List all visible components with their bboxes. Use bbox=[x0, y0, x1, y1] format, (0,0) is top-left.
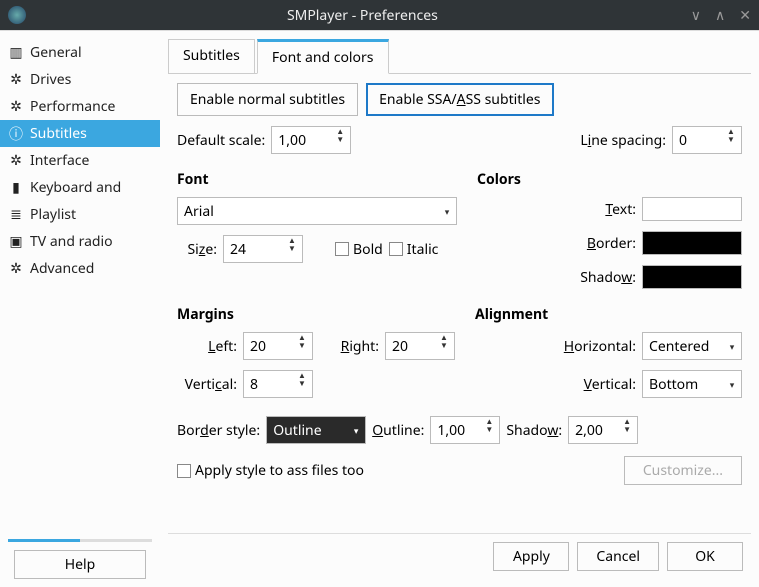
checkbox-box-icon bbox=[177, 464, 191, 478]
chevron-down-icon[interactable]: ▾ bbox=[440, 199, 454, 223]
font-combo[interactable]: Arial▾ bbox=[177, 197, 457, 225]
sidebar-item-general[interactable]: ▥ General bbox=[0, 39, 160, 66]
left-margin-label: Left: bbox=[177, 337, 237, 356]
outline-label: Outline: bbox=[372, 421, 424, 440]
apply-button[interactable]: Apply bbox=[493, 542, 569, 571]
sidebar-item-drives[interactable]: ✲ Drives bbox=[0, 66, 160, 93]
shadow-color-label: Shadow: bbox=[477, 268, 636, 287]
horizontal-align-combo[interactable]: Centered▾ bbox=[642, 332, 742, 360]
help-button[interactable]: Help bbox=[14, 550, 146, 579]
outline-spinner[interactable]: 1,00▲▼ bbox=[430, 416, 500, 444]
sidebar-item-label: TV and radio bbox=[30, 232, 113, 251]
sidebar-item-keyboard[interactable]: ▮ Keyboard and bbox=[0, 174, 160, 201]
gear-icon: ✲ bbox=[8, 153, 24, 169]
keyboard-icon: ▮ bbox=[8, 180, 24, 196]
apply-ass-checkbox[interactable]: Apply style to ass files too bbox=[177, 461, 364, 480]
subtab-ssa[interactable]: Enable SSA/ASS subtitles bbox=[366, 83, 553, 116]
spinner-arrows-icon[interactable]: ▲▼ bbox=[623, 418, 635, 442]
spinner-arrows-icon[interactable]: ▲▼ bbox=[298, 372, 310, 396]
tv-icon: ▣ bbox=[8, 234, 24, 250]
line-spacing-label: Line spacing: bbox=[580, 131, 666, 150]
window-title: SMPlayer - Preferences bbox=[34, 6, 691, 25]
vertical-margin-spinner[interactable]: 8▲▼ bbox=[243, 370, 313, 398]
dialog-button-row: Apply Cancel OK bbox=[168, 533, 751, 579]
sliders-icon: ▥ bbox=[8, 45, 24, 61]
alignment-group-label: Alignment bbox=[475, 305, 742, 324]
top-tabs: Subtitles Font and colors bbox=[168, 39, 751, 74]
line-spacing-spinner[interactable]: 0▲▼ bbox=[672, 126, 742, 154]
left-margin-spinner[interactable]: 20▲▼ bbox=[243, 332, 313, 360]
border-style-label: Border style: bbox=[177, 421, 260, 440]
sidebar: ▥ General ✲ Drives ✲ Performance ⓘ Subtitles… bbox=[0, 31, 160, 587]
list-icon: ≣ bbox=[8, 207, 24, 223]
right-margin-spinner[interactable]: 20▲▼ bbox=[385, 332, 455, 360]
sidebar-item-label: Performance bbox=[30, 97, 115, 116]
main-area: Subtitles Font and colors Enable normal … bbox=[160, 31, 759, 587]
spinner-arrows-icon[interactable]: ▲▼ bbox=[440, 334, 452, 358]
checkbox-box-icon bbox=[389, 242, 403, 256]
spinner-arrows-icon[interactable]: ▲▼ bbox=[298, 334, 310, 358]
spinner-arrows-icon[interactable]: ▲▼ bbox=[727, 128, 739, 152]
gear-icon: ✲ bbox=[8, 72, 24, 88]
size-label: Size: bbox=[177, 240, 217, 259]
sidebar-item-label: Interface bbox=[30, 151, 89, 170]
horizontal-align-label: Horizontal: bbox=[475, 337, 636, 356]
info-icon: ⓘ bbox=[8, 126, 24, 142]
gear-icon: ✲ bbox=[8, 261, 24, 277]
chevron-down-icon[interactable]: ▾ bbox=[725, 334, 739, 358]
default-scale-spinner[interactable]: 1,00▲▼ bbox=[271, 126, 351, 154]
spinner-arrows-icon[interactable]: ▲▼ bbox=[336, 128, 348, 152]
shadow-spinner[interactable]: 2,00▲▼ bbox=[568, 416, 638, 444]
border-color-label: Border: bbox=[477, 234, 636, 253]
italic-checkbox[interactable]: Italic bbox=[389, 240, 439, 259]
vertical-align-combo[interactable]: Bottom▾ bbox=[642, 370, 742, 398]
vertical-margin-label: Vertical: bbox=[177, 375, 237, 394]
sidebar-item-label: Subtitles bbox=[30, 124, 87, 143]
maximize-icon[interactable]: ∧ bbox=[715, 6, 725, 25]
margins-group-label: Margins bbox=[177, 305, 455, 324]
sidebar-item-label: Playlist bbox=[30, 205, 76, 224]
colors-group-label: Colors bbox=[477, 170, 742, 189]
right-margin-label: Right: bbox=[319, 337, 379, 356]
tab-subtitles[interactable]: Subtitles bbox=[168, 39, 255, 73]
border-color-swatch[interactable] bbox=[642, 231, 742, 255]
bold-checkbox[interactable]: Bold bbox=[335, 240, 383, 259]
titlebar: SMPlayer - Preferences ∨ ∧ ✕ bbox=[0, 0, 759, 30]
sidebar-item-advanced[interactable]: ✲ Advanced bbox=[0, 255, 160, 282]
shadow-color-swatch[interactable] bbox=[642, 265, 742, 289]
cancel-button[interactable]: Cancel bbox=[577, 542, 659, 571]
sidebar-item-label: Keyboard and bbox=[30, 178, 121, 197]
shadow-value-label: Shadow: bbox=[506, 421, 562, 440]
ok-button[interactable]: OK bbox=[667, 542, 743, 571]
sidebar-item-tvradio[interactable]: ▣ TV and radio bbox=[0, 228, 160, 255]
subtab-normal[interactable]: Enable normal subtitles bbox=[177, 83, 358, 116]
close-icon[interactable]: ✕ bbox=[739, 6, 751, 25]
sidebar-item-subtitles[interactable]: ⓘ Subtitles bbox=[0, 120, 160, 147]
text-color-swatch[interactable] bbox=[642, 197, 742, 221]
sidebar-item-label: Advanced bbox=[30, 259, 94, 278]
size-spinner[interactable]: 24▲▼ bbox=[223, 235, 303, 263]
chevron-down-icon[interactable]: ▾ bbox=[725, 372, 739, 396]
default-scale-label: Default scale: bbox=[177, 131, 265, 150]
sidebar-item-playlist[interactable]: ≣ Playlist bbox=[0, 201, 160, 228]
sidebar-item-interface[interactable]: ✲ Interface bbox=[0, 147, 160, 174]
spinner-arrows-icon[interactable]: ▲▼ bbox=[485, 418, 497, 442]
customize-button: Customize... bbox=[624, 456, 742, 485]
chevron-down-icon[interactable]: ▾ bbox=[349, 418, 363, 442]
sidebar-item-label: General bbox=[30, 43, 82, 62]
checkbox-box-icon bbox=[335, 242, 349, 256]
border-style-combo[interactable]: Outline▾ bbox=[266, 416, 366, 444]
font-group-label: Font bbox=[177, 170, 457, 189]
sidebar-item-label: Drives bbox=[30, 70, 71, 89]
minimize-icon[interactable]: ∨ bbox=[691, 6, 701, 25]
gear-icon: ✲ bbox=[8, 99, 24, 115]
tab-font-colors[interactable]: Font and colors bbox=[257, 39, 389, 74]
spinner-arrows-icon[interactable]: ▲▼ bbox=[288, 237, 300, 261]
app-logo-icon bbox=[8, 6, 26, 24]
vertical-align-label: Vertical: bbox=[475, 375, 636, 394]
text-color-label: Text: bbox=[477, 200, 636, 219]
sidebar-item-performance[interactable]: ✲ Performance bbox=[0, 93, 160, 120]
